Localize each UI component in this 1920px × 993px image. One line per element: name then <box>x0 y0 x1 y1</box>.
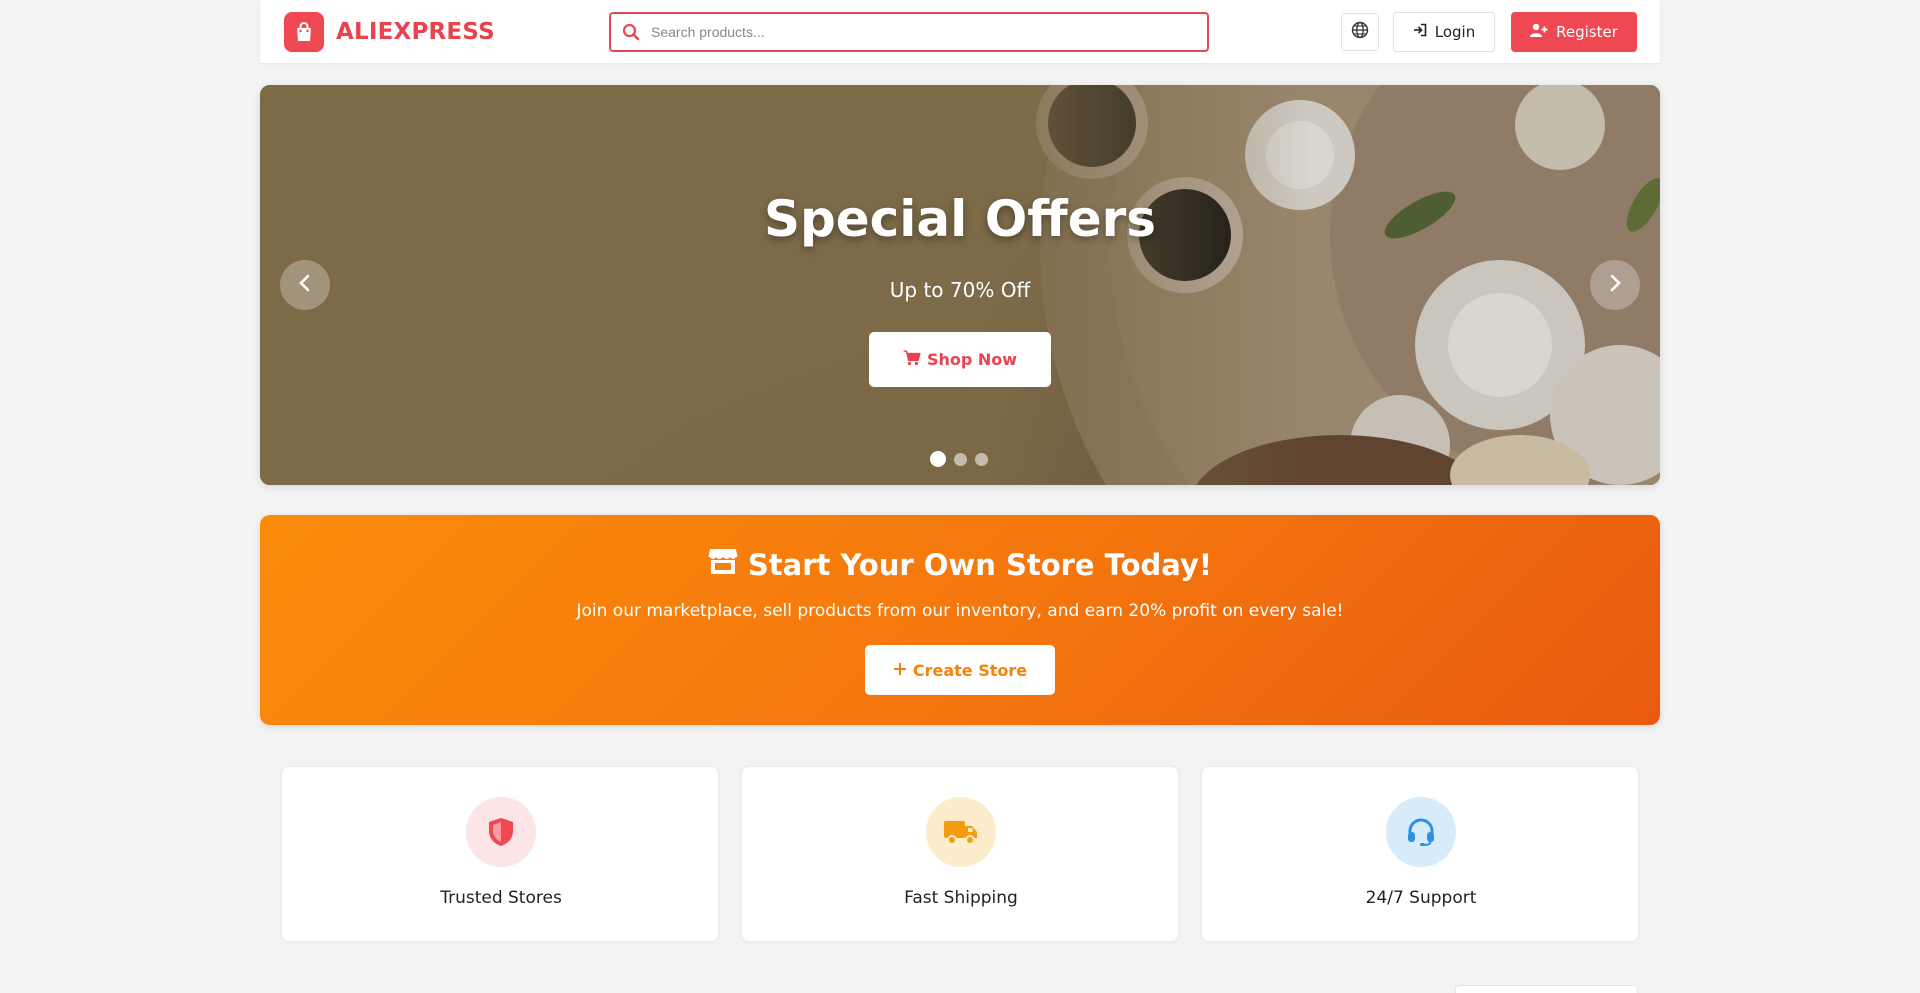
search-bar[interactable] <box>609 12 1209 52</box>
login-button[interactable]: Login <box>1393 12 1495 52</box>
cart-icon <box>903 349 921 370</box>
register-button[interactable]: Register <box>1511 12 1637 52</box>
register-label: Register <box>1556 23 1618 41</box>
feature-label: 24/7 Support <box>1365 888 1477 908</box>
feature-card-trusted-stores: Trusted Stores <box>281 766 719 942</box>
shield-icon <box>466 797 536 867</box>
promo-subtitle: Join our marketplace, sell products from… <box>576 601 1344 621</box>
feature-label: Trusted Stores <box>440 888 562 908</box>
feature-label: Fast Shipping <box>904 888 1018 908</box>
page: ALIEXPRESS Search products... Login Regi… <box>0 0 1920 993</box>
feature-card-fast-shipping: Fast Shipping <box>741 766 1179 942</box>
shop-now-label: Shop Now <box>926 350 1018 369</box>
create-store-banner: Start Your Own Store Today! Join our mar… <box>260 515 1660 725</box>
shopping-bag-icon <box>284 12 324 52</box>
truck-icon <box>926 797 996 867</box>
globe-icon <box>1351 21 1369 43</box>
plus-icon <box>893 661 907 680</box>
create-store-label: Create Store <box>912 660 1028 680</box>
site-header: ALIEXPRESS Search products... Login Regi… <box>260 0 1660 63</box>
carousel-indicators <box>930 451 988 467</box>
search-icon <box>611 23 651 41</box>
language-button[interactable] <box>1341 13 1379 51</box>
chevron-left-icon <box>298 273 312 297</box>
headset-icon <box>1386 797 1456 867</box>
shop-now-button[interactable]: Shop Now <box>869 332 1051 387</box>
section-heading-icon <box>283 986 293 993</box>
hero-title: Special Offers <box>763 190 1157 248</box>
sign-in-icon <box>1413 23 1427 41</box>
carousel-prev-button[interactable] <box>280 260 330 310</box>
section-control[interactable] <box>1455 985 1638 993</box>
carousel-dot-1[interactable] <box>930 451 946 467</box>
carousel-dot-3[interactable] <box>975 452 988 466</box>
carousel-dot-2[interactable] <box>954 452 967 466</box>
search-input[interactable] <box>651 15 1207 49</box>
feature-card-support: 24/7 Support <box>1201 766 1639 942</box>
create-store-button[interactable]: Create Store <box>865 645 1055 695</box>
chevron-right-icon <box>1608 273 1622 297</box>
login-label: Login <box>1434 23 1476 41</box>
hero-carousel: Special Offers Up to 70% Off Shop Now <box>260 85 1660 485</box>
promo-heading: Start Your Own Store Today! <box>260 547 1660 582</box>
hero-subtitle: Up to 70% Off <box>889 278 1031 302</box>
carousel-next-button[interactable] <box>1590 260 1640 310</box>
logo[interactable]: ALIEXPRESS <box>284 12 495 52</box>
store-icon <box>708 547 738 582</box>
brand-name: ALIEXPRESS <box>336 19 495 45</box>
promo-title: Start Your Own Store Today! <box>747 547 1213 582</box>
user-plus-icon <box>1530 23 1548 41</box>
